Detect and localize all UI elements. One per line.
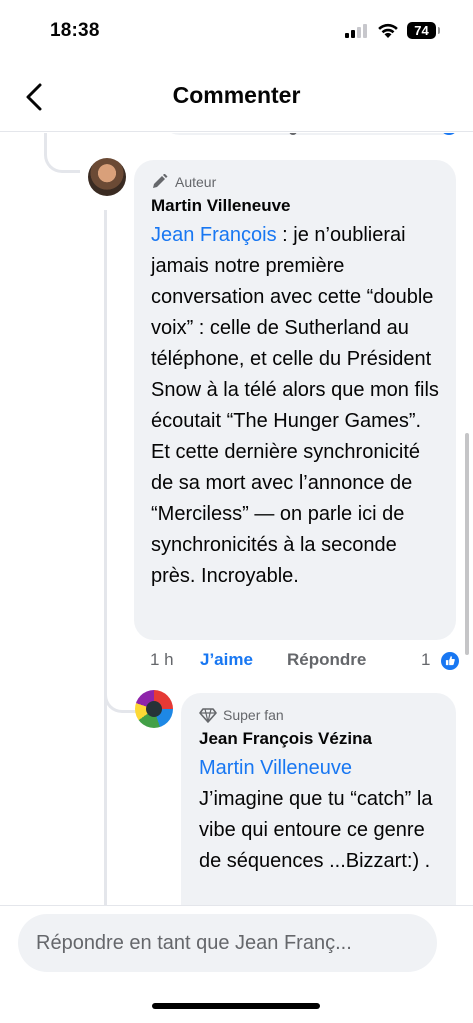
reply-input[interactable]: Répondre en tant que Jean Franç... <box>18 914 437 972</box>
reply-body: J’imagine que tu “catch” la vibe qui ent… <box>199 788 433 872</box>
author-badge: Auteur <box>151 174 440 190</box>
thumbs-up-icon[interactable] <box>439 650 461 672</box>
nav-header: Commenter <box>0 62 473 132</box>
thread-connector <box>44 133 80 173</box>
like-button[interactable]: J’aime <box>200 650 253 670</box>
like-count[interactable]: 1 <box>421 650 430 670</box>
super-fan-badge: Super fan <box>199 707 440 723</box>
comment-timestamp: 1 h <box>150 650 174 669</box>
status-bar: 18:38 74 <box>0 0 473 62</box>
reply-author[interactable]: Jean François Vézina <box>199 729 440 749</box>
status-time: 18:38 <box>50 20 100 41</box>
battery-icon: 74 <box>407 22 440 39</box>
avatar-martin-villeneuve[interactable] <box>88 158 126 196</box>
page-title: Commenter <box>172 82 301 108</box>
badge-label: Super fan <box>223 707 284 723</box>
wifi-icon <box>378 23 398 38</box>
previous-comment-bubble <box>160 133 462 135</box>
home-indicator[interactable] <box>152 1003 320 1009</box>
reply-composer: Répondre en tant que Jean Franç... <box>0 905 473 1023</box>
comment-author[interactable]: Martin Villeneuve <box>151 196 440 216</box>
mention-link[interactable]: Jean François <box>151 224 277 246</box>
pencil-icon <box>153 174 168 188</box>
comment-text: Jean François : je n’oublierai jamais no… <box>151 220 440 592</box>
comment-body: : je n’oublierai jamais notre première c… <box>151 224 439 587</box>
avatar-jean-francois-vezina[interactable] <box>135 690 173 728</box>
comment-thread[interactable]: Auteur Martin Villeneuve Jean François :… <box>0 133 473 905</box>
reply-connector <box>104 643 138 713</box>
reply-text: Martin Villeneuve J’imagine que tu “catch… <box>199 753 440 877</box>
cellular-signal-icon <box>345 24 371 38</box>
comment-bubble: Auteur Martin Villeneuve Jean François :… <box>134 160 456 640</box>
scrollbar[interactable] <box>465 433 469 655</box>
reply-bubble: Super fan Jean François Vézina Martin Vi… <box>181 693 456 905</box>
diamond-icon <box>199 708 217 723</box>
reply-button[interactable]: Répondre <box>287 650 366 670</box>
thread-line <box>104 210 107 905</box>
mention-link[interactable]: Martin Villeneuve <box>199 757 352 779</box>
comment-actions: 1 h J’aime Répondre 1 <box>150 650 465 674</box>
badge-label: Auteur <box>175 174 217 190</box>
